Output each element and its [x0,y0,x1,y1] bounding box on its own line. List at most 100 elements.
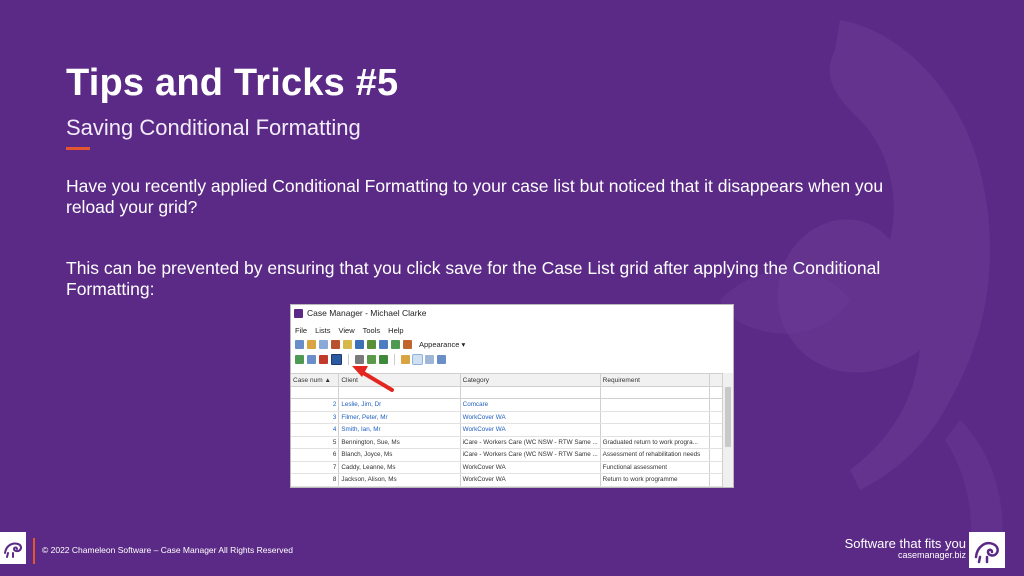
menu-lists[interactable]: Lists [315,326,330,335]
cell-client: Smith, Ian, Mr [339,424,461,436]
cell-case-num: 7 [291,461,340,473]
cell-client: Bennington, Sue, Ms [339,436,461,448]
refresh-icon[interactable] [379,355,388,364]
accent-divider [66,147,90,150]
grid-header: Case num ▲ Client Category Requirement [291,373,723,387]
toolbar-icon-8[interactable] [379,340,388,349]
toolbar-icon-3[interactable] [319,340,328,349]
filter-cell[interactable] [461,387,601,398]
app-logo-icon [294,308,303,318]
table-row[interactable]: 8 Jackson, Alison, Ms WorkCover WA Return t… [291,474,723,487]
cell-client: Jackson, Alison, Ms [339,474,461,486]
table-row[interactable]: 9Wells, Gavin, MrWorkCover WAVocational … [291,486,723,487]
slide-subtitle: Saving Conditional Formatting [66,115,361,140]
cell-requirement [601,399,711,411]
main-toolbar: Appearance ▾ [291,337,733,352]
cell-category: WorkCover WA [461,486,601,487]
grid-icon-edit[interactable] [307,355,316,364]
cell-category: WorkCover WA [461,461,601,473]
grid-toolbar [291,352,733,367]
cell-client: Wells, Gavin, Mr [339,486,461,487]
grid-scrollbar[interactable] [722,373,733,487]
table-row[interactable]: 7 Caddy, Leanne, Ms WorkCover WA Functional… [291,461,723,474]
toolbar-icon-5[interactable] [343,340,352,349]
menu-bar: File Lists View Tools Help [291,323,733,337]
cell-case-num: 3 [291,411,340,423]
filter-cell[interactable] [601,387,711,398]
filter-cell[interactable] [291,387,340,398]
toolbar-icon-1[interactable] [295,340,304,349]
scroll-thumb[interactable] [725,387,731,447]
table-row[interactable]: 4 Smith, Ian, Mr WorkCover WA [291,424,723,437]
cell-requirement: Assessment of rehabilitation needs [601,449,711,461]
cell-category: Comcare [461,399,601,411]
cell-case-num: 2 [291,399,340,411]
cell-client: Filmer, Peter, Mr [339,411,461,423]
cell-requirement: Vocational assessment [601,486,711,487]
menu-tools[interactable]: Tools [363,326,381,335]
tagline: Software that fits you casemanager.biz [845,536,966,560]
app-screenshot: Case Manager - Michael Clarke File Lists… [290,304,734,488]
table-row[interactable]: 6 Blanch, Joyce, Ms iCare - Workers Care (… [291,449,723,462]
toolbar-icon-6[interactable] [355,340,364,349]
cell-category: WorkCover WA [461,424,601,436]
window-title: Case Manager - Michael Clarke [307,308,427,318]
cell-case-num: 8 [291,474,340,486]
col-header-case-num[interactable]: Case num ▲ [291,374,340,386]
export-icon[interactable] [367,355,376,364]
filter-icon[interactable] [412,354,423,365]
tagline-url[interactable]: casemanager.biz [845,550,966,560]
cell-client: Leslie, Jim, Dr [339,399,461,411]
menu-file[interactable]: File [295,326,307,335]
print-icon[interactable] [355,355,364,364]
cell-requirement [601,411,711,423]
save-icon[interactable] [331,354,342,365]
footer-copyright: © 2022 Chameleon Software – Case Manager… [42,545,294,555]
filter-row[interactable] [291,387,723,399]
footer-accent-line [33,538,35,564]
menu-view[interactable]: View [339,326,355,335]
toolbar-icon-9[interactable] [391,340,400,349]
cell-case-num: 4 [291,424,340,436]
cell-requirement: Functional assessment [601,461,711,473]
col-header-requirement[interactable]: Requirement [601,374,711,386]
brand-logo-icon [969,532,1005,568]
sort-up-icon: ▲ [324,376,331,384]
paragraph-answer: This can be prevented by ensuring that y… [66,258,881,299]
cell-requirement [601,424,711,436]
slide-title: Tips and Tricks #5 [66,62,399,104]
cell-case-num: 6 [291,449,340,461]
cell-category: iCare - Workers Care (WC NSW - RTW Same … [461,436,601,448]
toolbar-icon-4[interactable] [331,340,340,349]
chameleon-logo-icon [0,532,26,564]
cell-category: iCare - Workers Care (WC NSW - RTW Same … [461,449,601,461]
cell-client: Caddy, Leanne, Ms [339,461,461,473]
table-row[interactable]: 5 Bennington, Sue, Ms iCare - Workers Care… [291,436,723,449]
toolbar-icon-7[interactable] [367,340,376,349]
filter-cell[interactable] [339,387,461,398]
cell-requirement: Return to work programme [601,474,711,486]
case-list-grid: Case num ▲ Client Category Requirement 2… [291,373,723,487]
grid-icon-delete[interactable] [319,355,328,364]
toolbar-icon-2[interactable] [307,340,316,349]
toolbar-separator [394,354,395,365]
cell-category: WorkCover WA [461,411,601,423]
grid-view-icon[interactable] [437,355,446,364]
grid-rows: 2 Leslie, Jim, Dr Comcare 3 Filmer, Peter, M… [291,399,723,487]
menu-help[interactable]: Help [388,326,403,335]
cell-client: Blanch, Joyce, Ms [339,449,461,461]
col-header-category[interactable]: Category [461,374,601,386]
toolbar-separator [348,354,349,365]
table-row[interactable]: 3 Filmer, Peter, Mr WorkCover WA [291,411,723,424]
search-icon[interactable] [403,340,412,349]
paragraph-question: Have you recently applied Conditional Fo… [66,176,884,217]
cell-case-num: 5 [291,436,340,448]
appearance-menu[interactable]: Appearance ▾ [419,340,465,349]
grid-icon-add[interactable] [295,355,304,364]
table-row[interactable]: 2 Leslie, Jim, Dr Comcare [291,399,723,412]
layout-icon[interactable] [401,355,410,364]
cell-category: WorkCover WA [461,474,601,486]
cell-case-num: 9 [291,486,340,487]
col-header-client[interactable]: Client [339,374,461,386]
columns-icon[interactable] [425,355,434,364]
